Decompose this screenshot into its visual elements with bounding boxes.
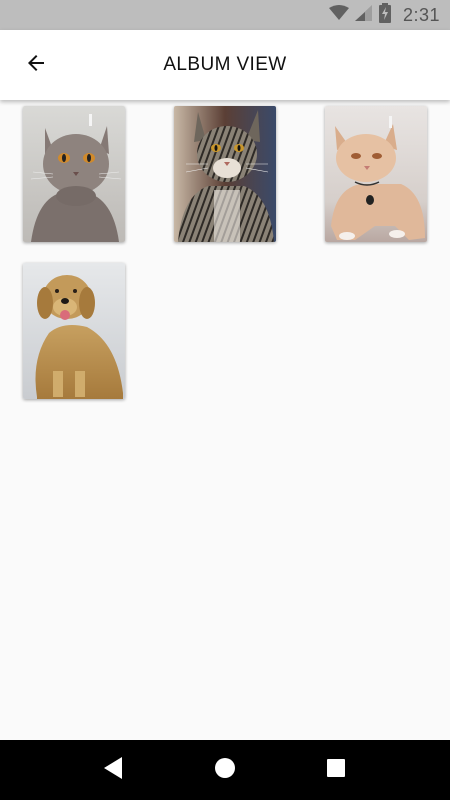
golden-retriever-photo [23, 263, 125, 399]
photo-grid [23, 106, 427, 399]
arrow-back-icon [24, 51, 48, 80]
wifi-icon [328, 4, 349, 26]
back-triangle-icon [103, 756, 124, 784]
nav-recents-button[interactable] [312, 746, 360, 794]
system-nav-bar [0, 740, 450, 800]
photo-golden-retriever[interactable] [23, 263, 125, 399]
gray-cat-photo [23, 106, 125, 242]
nav-back-button[interactable] [90, 746, 138, 794]
photo-tabby-cat[interactable] [174, 106, 276, 242]
album-content [0, 100, 450, 740]
cell-signal-icon [354, 4, 373, 26]
battery-charging-icon [378, 2, 391, 28]
page-title: ALBUM VIEW [163, 54, 287, 75]
cream-cat-photo [325, 106, 427, 242]
nav-home-button[interactable] [201, 746, 249, 794]
status-bar: 2:31 [0, 0, 450, 30]
home-circle-icon [214, 757, 236, 784]
tabby-cat-photo [174, 106, 276, 242]
clock-time: 2:31 [402, 4, 440, 25]
status-icons: 2:31 [328, 0, 440, 30]
photo-gray-cat[interactable] [23, 106, 125, 242]
photo-cream-cat[interactable] [325, 106, 427, 242]
back-button[interactable] [12, 41, 60, 89]
recents-square-icon [326, 758, 346, 783]
app-bar: ALBUM VIEW [0, 30, 450, 100]
